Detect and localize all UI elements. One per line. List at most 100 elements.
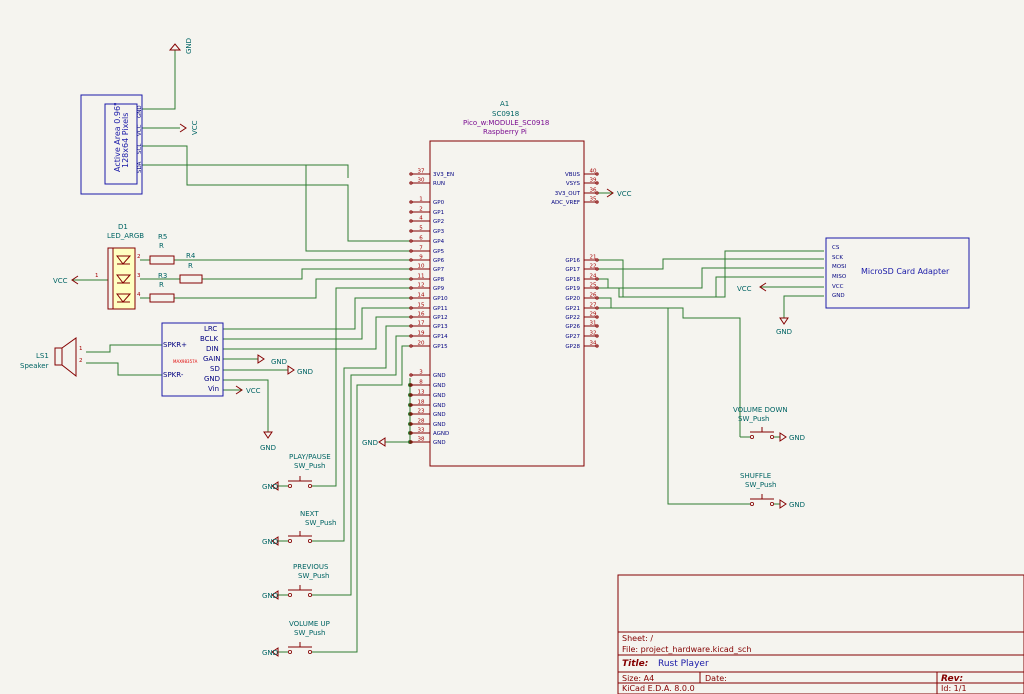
microsd-adapter[interactable]: MicroSD Card Adapter CS SCK MOSI MISO VC… (825, 237, 970, 309)
tb-date: Date: (705, 674, 727, 683)
pico-pin-number: 26 (590, 293, 597, 299)
pico-pin-number: 7 (419, 246, 423, 252)
pico-pin-name: GP20 (565, 296, 580, 302)
pico-pin-number: 27 (590, 303, 597, 309)
button-value: SW_Push (738, 415, 769, 423)
pico-pin-name: GP12 (433, 315, 448, 321)
svg-text:LRC: LRC (204, 325, 217, 333)
amplifier-max98357a[interactable]: SPKR+ SPKR- LRC BCLK DIN GAIN SD GND Vin… (161, 322, 224, 397)
title-block: Sheet: / File: project_hardware.kicad_sc… (617, 574, 1024, 694)
svg-text:Vin: Vin (208, 385, 219, 393)
button-value: SW_Push (298, 572, 329, 580)
svg-text:GND: GND (260, 444, 276, 452)
svg-text:GND: GND (297, 368, 313, 376)
svg-text:SPKR+: SPKR+ (163, 341, 187, 349)
push-button-volume-down[interactable]: VOLUME DOWNSW_Push GND (733, 406, 805, 442)
push-button-previous[interactable]: PREVIOUSSW_Push GND (262, 563, 329, 600)
button-name: SHUFFLE (740, 472, 771, 480)
pico-pin-name: GP28 (565, 344, 580, 350)
resistor-r3[interactable]: R3 R (149, 272, 175, 303)
gnd-symbol-amp-gain: GND (257, 354, 287, 366)
svg-text:GND: GND (204, 375, 220, 383)
pico-pin-name: GP21 (565, 306, 580, 312)
argb-led[interactable]: D1 LED_ARGB 2 3 1 4 (95, 223, 144, 310)
pico-pin-number: 40 (590, 169, 597, 175)
push-button-volume-up[interactable]: VOLUME UPSW_Push GND (262, 620, 330, 657)
svg-text:Speaker: Speaker (20, 362, 49, 370)
pico-pin-number: 20 (418, 341, 425, 347)
pico-pin-number: 19 (418, 331, 425, 337)
pico-pin-name: GP2 (433, 219, 444, 225)
pico-pin-name: GP16 (565, 258, 580, 264)
gnd-symbol-sd: GND (776, 317, 792, 336)
pico-pin-name: GND (433, 393, 446, 399)
svg-text:GND: GND (271, 358, 287, 366)
oled-pin-gnd: GND (137, 105, 143, 118)
svg-text:GND: GND (185, 38, 193, 54)
svg-text:VCC: VCC (617, 190, 632, 198)
schematic-canvas[interactable]: Active Area 0.96" 128x64 Pixels GND VCC … (0, 0, 1024, 694)
pico-pin-number: 4 (419, 216, 423, 222)
pico-left-pins: 373V3_EN30RUN1GP02GP14GP25GP36GP47GP59GP… (409, 169, 454, 446)
push-button-shuffle[interactable]: SHUFFLESW_Push GND (740, 472, 805, 509)
pico-pin-name: GND (433, 412, 446, 418)
gnd-symbol-pico: GND (362, 437, 386, 447)
pico-pin-name: GND (433, 373, 446, 379)
svg-text:VCC: VCC (832, 284, 844, 290)
oled-display[interactable]: Active Area 0.96" 128x64 Pixels GND VCC … (80, 94, 143, 195)
pico-pin-number: 38 (418, 437, 425, 443)
button-value: SW_Push (294, 462, 325, 470)
button-name: NEXT (300, 510, 319, 518)
vcc-symbol-oled: VCC (179, 120, 199, 135)
gnd-symbol-amp: GND (260, 431, 276, 452)
tb-tool: KiCad E.D.A. 8.0.0 (622, 684, 695, 693)
gnd-label: GND (262, 649, 278, 657)
pico-pin-name: GP8 (433, 277, 445, 283)
svg-text:MOSI: MOSI (832, 264, 847, 270)
pico-pin-number: 17 (418, 321, 425, 327)
vcc-symbol-sd: VCC (737, 282, 767, 293)
svg-text:R: R (159, 242, 164, 250)
svg-text:DIN: DIN (206, 345, 219, 353)
gnd-label: GND (262, 483, 278, 491)
tb-file: File: project_hardware.kicad_sch (622, 645, 751, 654)
pico-pin-number: 3 (419, 370, 423, 376)
button-name: VOLUME DOWN (733, 406, 788, 414)
pico-pin-number: 14 (418, 293, 425, 299)
pico-pin-name: GP3 (433, 229, 445, 235)
pico-pin-name: GP4 (433, 239, 445, 245)
pico-pin-number: 5 (419, 226, 423, 232)
svg-text:SD: SD (210, 365, 220, 373)
pico-module[interactable]: A1 SC0918 Pico_w:MODULE_SC0918 Raspberry… (409, 100, 599, 467)
pico-pin-name: GP15 (433, 344, 448, 350)
push-button-play-pause[interactable]: PLAY/PAUSESW_Push GND (262, 453, 331, 491)
pico-right-pins: 40 VBUS 39 VSYS 36 3V3_OUT 35 ADC_VREF 21 GP16 22 G… (551, 169, 599, 350)
oled-pin-vcc: VCC (137, 124, 143, 136)
pico-pin-name: AGND (433, 431, 449, 437)
pico-pin-number: 33 (418, 428, 425, 434)
svg-text:GND: GND (776, 328, 792, 336)
gnd-symbol-oled: GND (168, 38, 193, 54)
gnd-label: GND (789, 434, 805, 442)
svg-text:R3: R3 (158, 272, 167, 280)
pico-pin-name: GP17 (565, 267, 580, 273)
svg-text:R4: R4 (186, 252, 196, 260)
pico-pin-number: 23 (418, 409, 425, 415)
pico-pin-name: GP10 (433, 296, 448, 302)
pico-pin-number: 39 (590, 178, 597, 184)
svg-text:VCC: VCC (246, 387, 261, 395)
svg-text:VCC: VCC (191, 120, 199, 135)
resistor-r4[interactable]: R4 R (179, 252, 203, 284)
speaker[interactable]: LS1 Speaker 1 2 (20, 337, 83, 378)
pico-pin-number: 10 (418, 264, 425, 270)
resistor-r5[interactable]: R5 R (149, 233, 175, 265)
pico-pin-number: 6 (419, 236, 423, 242)
button-value: SW_Push (294, 629, 325, 637)
pico-pin-name: GP19 (565, 286, 580, 292)
pico-pin-name: GP13 (433, 324, 448, 330)
oled-pin-sda: SDA (137, 161, 143, 173)
pico-pin-number: 2 (419, 207, 423, 213)
pico-pin-number: 9 (419, 255, 423, 261)
gnd-symbol-amp-sd: GND (287, 365, 313, 376)
button-value: SW_Push (745, 481, 776, 489)
